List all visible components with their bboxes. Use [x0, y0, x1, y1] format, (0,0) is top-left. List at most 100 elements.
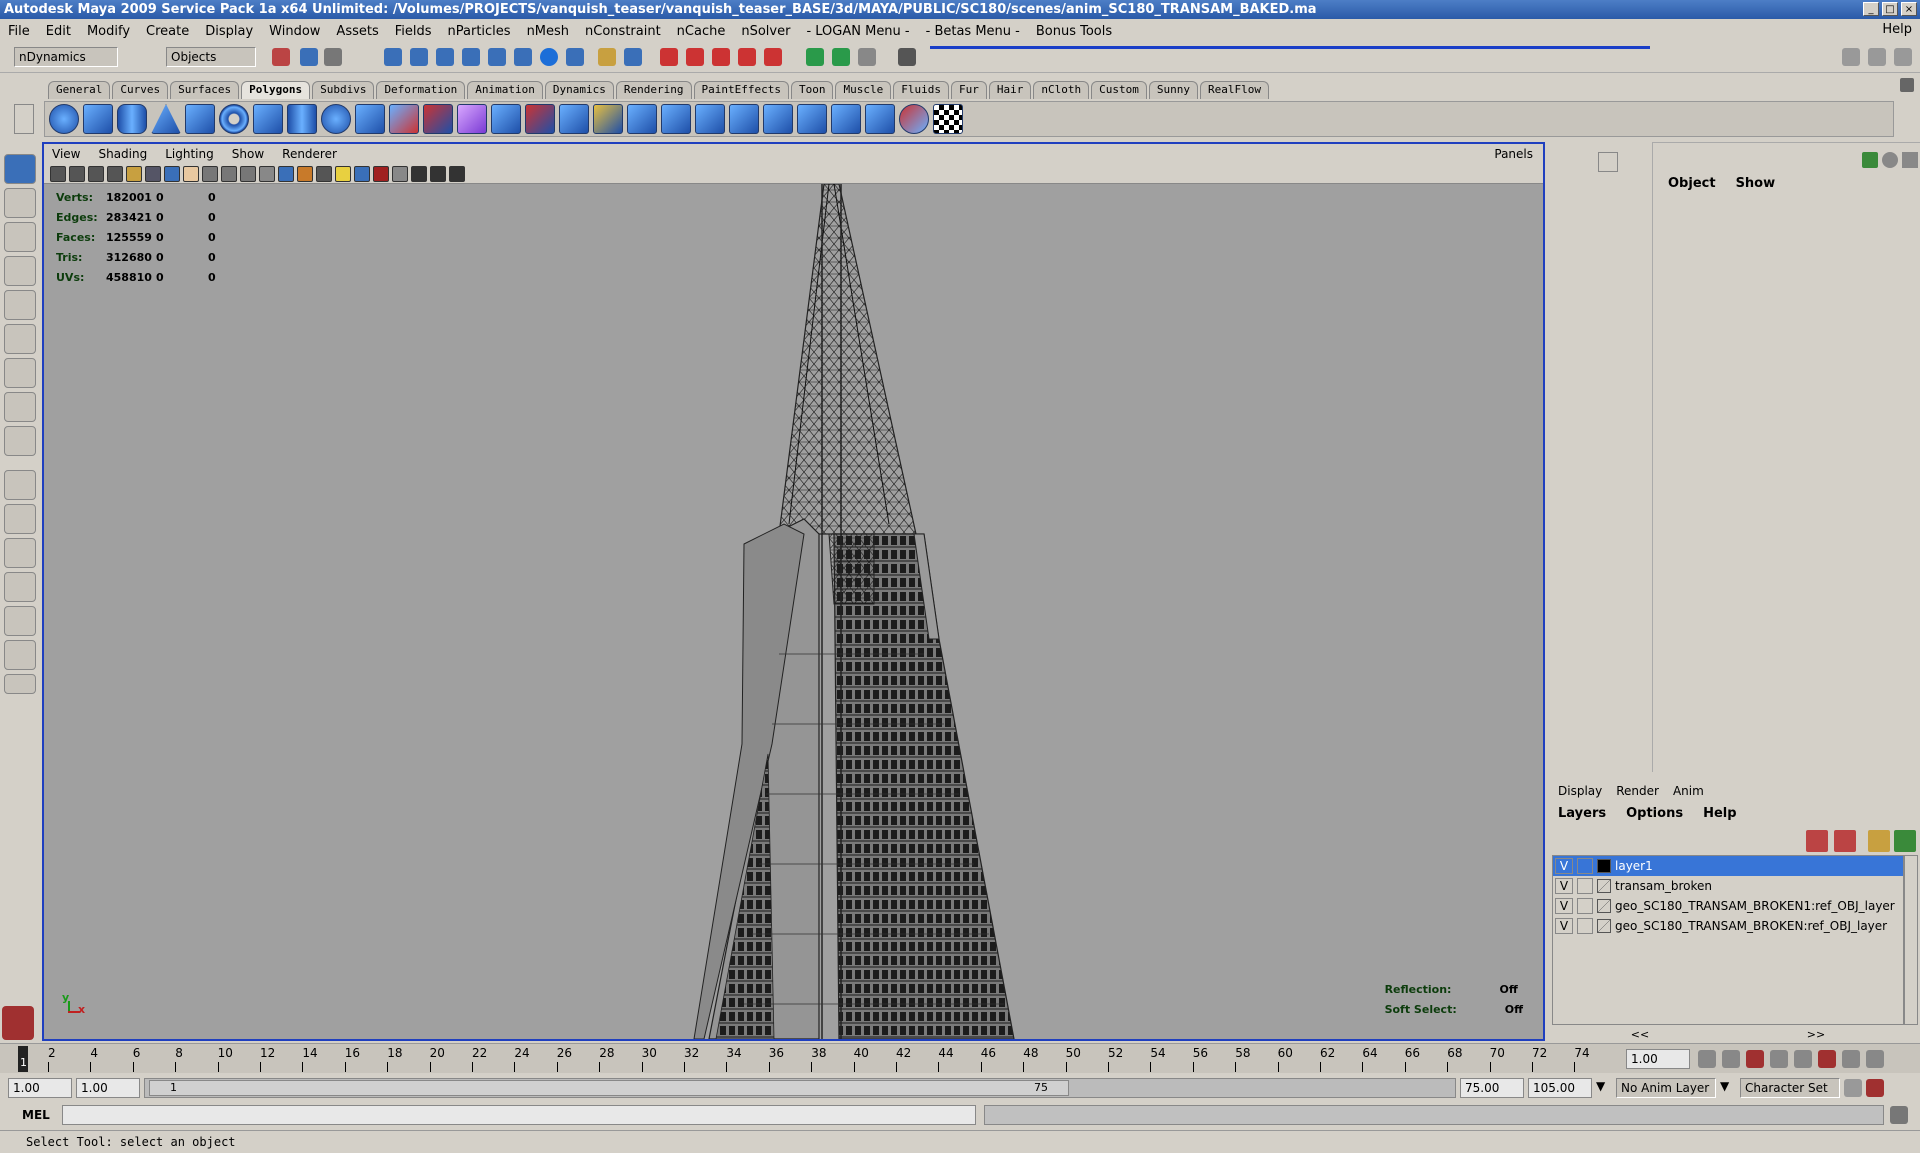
viewport-menu-renderer[interactable]: Renderer [282, 147, 337, 161]
new-layer-from-selected-icon[interactable] [1894, 830, 1916, 852]
shelf-tab-surfaces[interactable]: Surfaces [170, 81, 240, 99]
layer-type-toggle[interactable] [1577, 858, 1593, 874]
viewport-menu-show[interactable]: Show [232, 147, 264, 161]
viewport-menu-lighting[interactable]: Lighting [165, 147, 214, 161]
menu-logan[interactable]: - LOGAN Menu - [798, 24, 917, 39]
menu-fields[interactable]: Fields [387, 24, 440, 39]
shelf-tab-painteffects[interactable]: PaintEffects [693, 81, 789, 99]
safe-action-icon[interactable] [392, 165, 408, 182]
input-connections-icon[interactable] [806, 48, 824, 66]
wireframe-on-shaded-icon[interactable] [164, 165, 180, 182]
layer-type-toggle[interactable] [1577, 898, 1593, 914]
sculpt-icon[interactable] [899, 104, 929, 134]
layouts-menu-icon[interactable] [4, 674, 36, 694]
mirror-icon[interactable] [525, 104, 555, 134]
select-camera-icon[interactable] [50, 165, 66, 182]
layer-row[interactable]: Vgeo_SC180_TRANSAM_BROKEN1:ref_OBJ_layer [1553, 896, 1903, 916]
show-channel-box-icon[interactable] [1894, 48, 1912, 66]
character-set-dropdown[interactable]: Character Set [1740, 1078, 1840, 1098]
scale-tool-icon[interactable] [4, 324, 36, 354]
poly-cone-icon[interactable] [151, 104, 181, 134]
menu-assets[interactable]: Assets [328, 24, 386, 39]
poly-cylinder-icon[interactable] [117, 104, 147, 134]
select-handles-icon[interactable] [384, 48, 402, 66]
shelf-tab-realflow[interactable]: RealFlow [1199, 81, 1269, 99]
channel-box-toggle-icon[interactable] [1598, 152, 1618, 172]
lock-selection-icon[interactable] [598, 48, 616, 66]
separate-icon[interactable] [389, 104, 419, 134]
viewport-menu-shading[interactable]: Shading [98, 147, 147, 161]
persp-graph-layout-icon[interactable] [4, 572, 36, 602]
layer-color-swatch[interactable] [1597, 859, 1611, 873]
script-editor-icon[interactable] [1890, 1106, 1908, 1124]
step-forward-frame-icon[interactable] [1842, 1050, 1860, 1068]
menu-ncache[interactable]: nCache [669, 24, 734, 39]
snap-to-grids-icon[interactable] [660, 48, 678, 66]
camera-attributes-icon[interactable] [69, 165, 85, 182]
shelf-tab-deformation[interactable]: Deformation [376, 81, 466, 99]
start-time-field[interactable]: 1.00 [8, 1078, 72, 1098]
layer-tab-anim[interactable]: Anim [1673, 784, 1704, 798]
select-misc-icon[interactable] [566, 48, 584, 66]
shelf-tab-rendering[interactable]: Rendering [615, 81, 692, 99]
move-layer-up-icon[interactable] [1806, 830, 1828, 852]
uv-mapping-icon[interactable] [593, 104, 623, 134]
field-chart-icon[interactable] [411, 165, 427, 182]
layer-menu-help[interactable]: Help [1703, 806, 1736, 821]
shelf-tab-hair[interactable]: Hair [988, 81, 1032, 99]
xray-icon[interactable] [183, 165, 199, 182]
step-back-key-icon[interactable] [1746, 1050, 1764, 1068]
menuset-dropdown[interactable]: nDynamics [14, 47, 118, 67]
select-curves-icon[interactable] [436, 48, 454, 66]
select-by-object-icon[interactable] [300, 48, 318, 66]
shelf-tab-curves[interactable]: Curves [112, 81, 169, 99]
menu-nparticles[interactable]: nParticles [440, 24, 519, 39]
shelf-tab-polygons[interactable]: Polygons [241, 81, 311, 99]
menu-file[interactable]: File [0, 24, 38, 39]
four-view-layout-icon[interactable] [4, 504, 36, 534]
merge-icon[interactable] [865, 104, 895, 134]
layer-visibility-toggle[interactable]: V [1555, 858, 1573, 874]
layer-hscroll[interactable]: << >> [1552, 1028, 1904, 1041]
wireframe-icon[interactable] [126, 165, 142, 182]
highlight-selection-icon[interactable] [624, 48, 642, 66]
insert-edge-loop-icon[interactable] [763, 104, 793, 134]
single-perspective-layout-icon[interactable] [4, 470, 36, 500]
menu-modify[interactable]: Modify [79, 24, 138, 39]
snap-to-points-icon[interactable] [712, 48, 730, 66]
paint-select-tool-icon[interactable] [4, 222, 36, 252]
layer-menu-layers[interactable]: Layers [1558, 806, 1606, 821]
smooth-shade-icon[interactable] [145, 165, 161, 182]
reduce-icon[interactable] [491, 104, 521, 134]
select-tool-icon[interactable] [4, 154, 36, 184]
transamerica-wireframe-model[interactable] [44, 184, 1543, 1039]
minimize-icon[interactable]: _ [1863, 2, 1879, 16]
layer-row[interactable]: Vlayer1 [1553, 856, 1903, 876]
mel-label[interactable]: MEL [22, 1108, 62, 1122]
range-slider[interactable]: 1 75 [144, 1078, 1456, 1098]
camera-mask-icon[interactable] [449, 165, 465, 182]
fill-hole-icon[interactable] [559, 104, 589, 134]
shelf-menu-icon[interactable] [14, 104, 34, 134]
split-polygon-icon[interactable] [729, 104, 759, 134]
layer-type-toggle[interactable] [1577, 918, 1593, 934]
menu-nsolver[interactable]: nSolver [733, 24, 798, 39]
bevel-icon[interactable] [831, 104, 861, 134]
range-dropdown-icon[interactable]: ▼ [1596, 1079, 1612, 1097]
layer-row[interactable]: Vtransam_broken [1553, 876, 1903, 896]
shelf-tab-sunny[interactable]: Sunny [1148, 81, 1198, 99]
layer-row[interactable]: Vgeo_SC180_TRANSAM_BROKEN:ref_OBJ_layer [1553, 916, 1903, 936]
move-layer-down-icon[interactable] [1834, 830, 1856, 852]
current-frame-field[interactable]: 1.00 [1626, 1049, 1690, 1069]
shelf-tab-fluids[interactable]: Fluids [893, 81, 949, 99]
resolution-gate-icon[interactable] [240, 165, 256, 182]
poly-torus-icon[interactable] [219, 104, 249, 134]
poly-soccer-ball-icon[interactable] [321, 104, 351, 134]
offset-edge-loop-icon[interactable] [797, 104, 827, 134]
layer-color-swatch[interactable] [1597, 899, 1611, 913]
current-time-marker[interactable]: 1 [18, 1046, 28, 1072]
snap-to-view-planes-icon[interactable] [738, 48, 756, 66]
isolate-select-icon[interactable] [259, 165, 275, 182]
smooth-icon[interactable] [457, 104, 487, 134]
select-rendering-icon[interactable] [540, 48, 558, 66]
